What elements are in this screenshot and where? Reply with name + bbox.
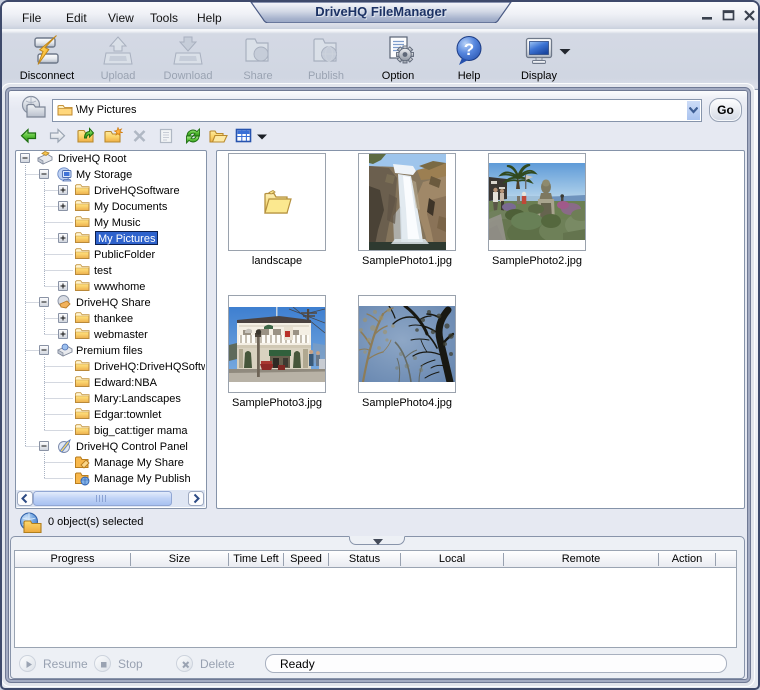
svg-text:wwwhome: wwwhome (93, 281, 145, 293)
svg-text:test: test (94, 265, 112, 277)
svg-text:DriveHQSoftware: DriveHQSoftware (94, 185, 180, 197)
svg-text:My Storage: My Storage (76, 169, 132, 181)
svg-text:Mary:Landscapes: Mary:Landscapes (94, 393, 181, 405)
svg-text:webmaster: webmaster (93, 329, 148, 341)
svg-text:DriveHQ Share: DriveHQ Share (76, 297, 151, 309)
svg-text:?: ? (464, 40, 474, 59)
svg-text:Manage My Share: Manage My Share (94, 457, 184, 469)
svg-text:Premium files: Premium files (76, 345, 143, 357)
svg-text:thankee: thankee (94, 313, 133, 325)
svg-text:PublicFolder: PublicFolder (94, 249, 155, 261)
svg-text:DriveHQ Root: DriveHQ Root (58, 153, 126, 165)
svg-text:My Pictures: My Pictures (98, 233, 156, 245)
svg-text:My Documents: My Documents (94, 201, 168, 213)
svg-text:DriveHQ:DriveHQSoftwa: DriveHQ:DriveHQSoftwa (94, 361, 205, 373)
svg-text:big_cat:tiger mama: big_cat:tiger mama (94, 425, 188, 437)
svg-text:Edward:NBA: Edward:NBA (94, 377, 158, 389)
svg-text:Manage My Publish: Manage My Publish (94, 473, 191, 485)
svg-text:My Music: My Music (94, 217, 141, 229)
svg-text:DriveHQ Control Panel: DriveHQ Control Panel (76, 441, 188, 453)
svg-text:Edgar:townlet: Edgar:townlet (94, 409, 161, 421)
